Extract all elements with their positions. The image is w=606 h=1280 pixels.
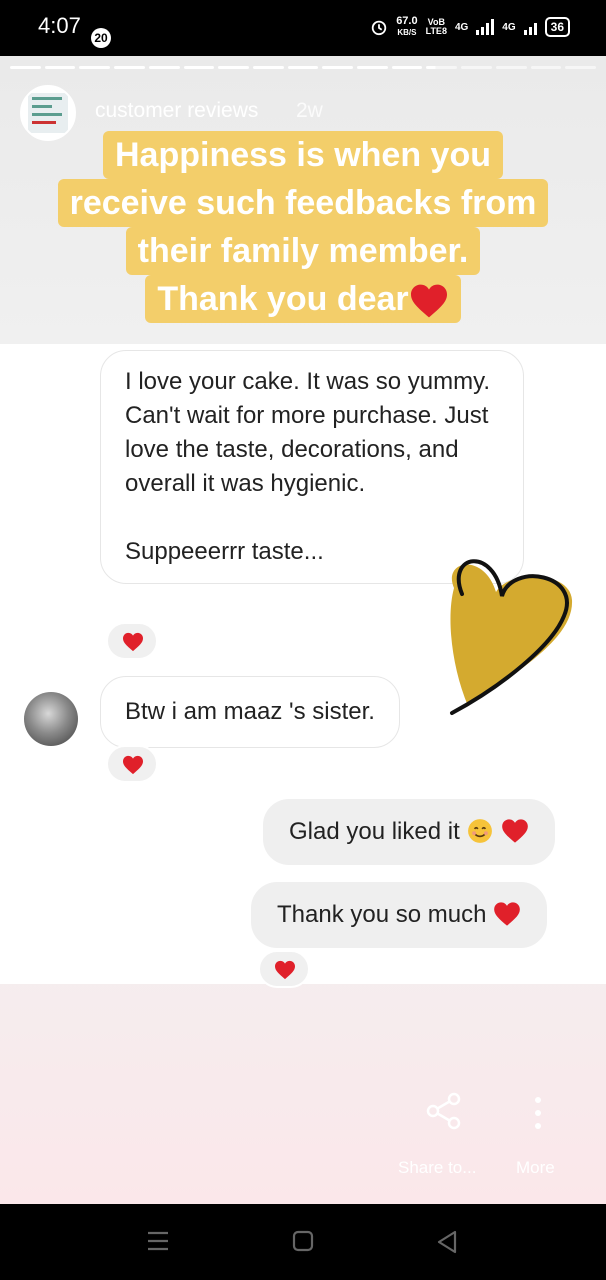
status-icons: 67.0 KB/S VoB LTE8 4G 4G 36: [370, 16, 570, 38]
outgoing-message: Thank you so much: [251, 882, 548, 948]
heart-icon: [494, 902, 520, 926]
back-icon[interactable]: [436, 1230, 458, 1254]
sender-avatar: [24, 692, 78, 746]
progress-segment: [530, 66, 562, 69]
smile-icon: [468, 819, 493, 843]
story-progress-bar: [10, 66, 596, 69]
message-reaction: [106, 745, 158, 783]
caption-line-2: receive such feedbacks from: [57, 179, 549, 227]
progress-segment: [461, 66, 492, 69]
recents-icon[interactable]: [146, 1230, 170, 1252]
net-speed: 67.0 KB/S: [396, 15, 418, 38]
progress-segment: [287, 66, 319, 69]
notification-badge: 20: [91, 28, 111, 48]
heart-sticker[interactable]: [432, 548, 582, 718]
progress-segment: [565, 66, 596, 69]
navigation-bar: [0, 1204, 606, 1280]
clock: 4:07: [38, 13, 81, 38]
progress-segment: [148, 66, 180, 69]
progress-segment: [391, 66, 423, 69]
volte-indicator: VoB LTE8: [425, 17, 447, 36]
battery-icon: 36: [544, 17, 570, 37]
status-bar: 4:07 20 67.0 KB/S VoB LTE8 4G 4G 36: [0, 0, 606, 56]
signal-icon: [476, 19, 495, 35]
progress-segment: [44, 66, 76, 69]
network-type-1: 4G: [454, 21, 469, 33]
progress-segment: [426, 66, 458, 69]
outgoing-message: Glad you liked it: [263, 799, 556, 865]
more-icon[interactable]: [531, 1096, 545, 1130]
progress-segment: [79, 66, 111, 69]
story-author-name[interactable]: customer reviews: [95, 99, 258, 123]
message-reaction: [106, 622, 158, 660]
share-button[interactable]: Share to...: [398, 1158, 476, 1178]
message-reaction: [258, 950, 310, 988]
caption-line-1: Happiness is when you: [103, 131, 503, 179]
heart-icon: [502, 819, 528, 843]
signal-icon-2: [523, 19, 537, 35]
progress-segment: [183, 66, 215, 69]
alarm-icon: [371, 20, 387, 36]
share-icon[interactable]: [424, 1092, 462, 1130]
progress-segment: [495, 66, 527, 69]
incoming-message: Btw i am maaz 's sister.: [100, 676, 400, 748]
progress-segment: [114, 66, 145, 69]
caption-line-4: Thank you dear: [145, 275, 461, 323]
heart-icon: [275, 960, 295, 980]
network-type-2: 4G: [502, 21, 516, 33]
heart-icon: [123, 632, 143, 652]
heart-icon: [123, 755, 143, 775]
story-age: 2w: [296, 99, 323, 122]
progress-segment: [252, 66, 284, 69]
progress-segment: [322, 66, 354, 69]
home-icon[interactable]: [292, 1230, 314, 1252]
story-caption: Happiness is when you receive such feedb…: [0, 131, 606, 323]
progress-segment: [10, 66, 41, 69]
heart-icon: [410, 284, 447, 318]
more-button[interactable]: More: [516, 1158, 555, 1178]
story-viewer[interactable]: customer reviews 2w Happiness is when yo…: [0, 56, 606, 1204]
progress-segment: [357, 66, 388, 69]
caption-line-3: their family member.: [125, 227, 481, 275]
progress-segment: [218, 66, 249, 69]
